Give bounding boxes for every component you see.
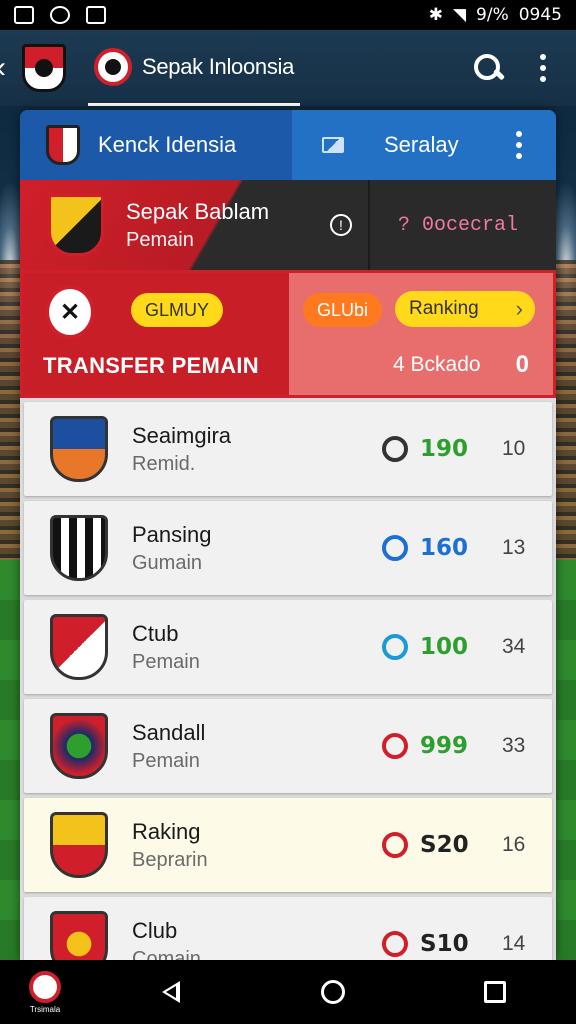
chevron-right-icon: › — [515, 296, 523, 321]
club-sub: Beprarin — [132, 848, 208, 871]
club-name: Pansing — [132, 521, 212, 547]
nav-recents-button[interactable] — [414, 981, 576, 1003]
home-icon — [321, 980, 345, 1004]
club-sub: Gumain — [132, 551, 203, 574]
club-name: Seaimgira — [132, 422, 232, 448]
club-name: Ctub — [132, 620, 179, 646]
app-title: Sepak Inloonsia — [142, 53, 295, 79]
status-bar: ✱ ◥ 9/% 0945 — [0, 0, 576, 30]
transfer-stat: 4 Bckado — [393, 353, 481, 376]
clock: 0945 — [518, 5, 562, 25]
transfer-crest-icon: ✕ — [45, 285, 95, 339]
club-name: Club — [132, 917, 178, 943]
club-rank: 14 — [502, 932, 526, 955]
club-rank: 34 — [502, 635, 526, 658]
gallery-icon — [14, 6, 34, 24]
stat-icon — [382, 634, 408, 660]
tab-seralay: Seralay — [384, 132, 459, 157]
stat-icon — [382, 733, 408, 759]
featured-club[interactable]: Sepak Bablam Pemain ! ? 0ocecral — [20, 180, 556, 270]
club-rank: 10 — [502, 437, 526, 460]
club-sub: Pemain — [132, 749, 200, 772]
recents-icon — [484, 981, 506, 1003]
header-more-icon[interactable] — [516, 131, 524, 159]
club-rank: 33 — [502, 734, 526, 757]
card-header-title: Kenck Idensia — [98, 132, 237, 157]
app-logo-icon — [94, 47, 132, 86]
info-icon[interactable]: ! — [330, 214, 352, 236]
club-row[interactable]: Raking Beprarin S20 16 — [24, 798, 552, 892]
club-crest-icon — [50, 713, 108, 779]
stat-icon — [382, 436, 408, 462]
club-row[interactable]: Seaimgira Remid. 190 10 — [24, 402, 552, 496]
club-name: Raking — [132, 818, 201, 844]
search-icon[interactable] — [472, 52, 504, 84]
club-sub: Comain — [132, 947, 201, 961]
back-arrow-icon[interactable]: ‹ — [0, 51, 12, 85]
back-icon — [162, 981, 180, 1003]
club-crest-icon — [50, 911, 108, 960]
club-score: 100 — [420, 634, 469, 660]
club-list: Seaimgira Remid. 190 10 Pansing Gumain 160 13 Ct… — [20, 398, 556, 960]
club-pill-2[interactable]: GLUbi — [303, 293, 383, 327]
transfer-panel: ✕ GLMUY TRANSFER PEMAIN GLUbi Ranking › … — [20, 270, 556, 398]
club-crest-icon — [50, 416, 108, 482]
nav-back-button[interactable] — [90, 981, 252, 1003]
tab-kenck[interactable]: Kenck Idensia — [20, 110, 292, 180]
tab-seralay-area[interactable]: Seralay — [292, 110, 556, 180]
club-score: S20 — [420, 832, 469, 858]
image-icon — [322, 137, 344, 153]
bluetooth-icon: ✱ — [428, 5, 443, 24]
featured-right-label: ? 0ocecral — [398, 213, 519, 237]
club-crest-icon — [50, 614, 108, 680]
battery-level: 9/% — [476, 5, 509, 25]
stat-icon — [382, 535, 408, 561]
nav-home-button[interactable] — [252, 980, 414, 1004]
photo-icon — [86, 6, 106, 24]
club-rank: 13 — [502, 536, 526, 559]
navigation-bar: Trsimala — [0, 960, 576, 1024]
transfer-count: 0 — [515, 351, 529, 378]
featured-sub: Pemain — [126, 228, 194, 251]
transfer-title: TRANSFER PEMAIN — [43, 353, 259, 378]
nav-app-logo-icon — [29, 970, 61, 1003]
ranking-label: Ranking — [409, 298, 479, 319]
club-sub: Remid. — [132, 452, 196, 475]
wifi-icon: ◥ — [452, 5, 467, 24]
club-crest-icon — [50, 515, 108, 581]
nav-app-label: Trsimala — [29, 1004, 61, 1014]
club-score: S10 — [420, 931, 469, 957]
league-crest-icon — [46, 125, 80, 165]
featured-name: Sepak Bablam — [126, 198, 270, 224]
club-score: 999 — [420, 733, 469, 759]
club-crest-icon[interactable] — [22, 44, 66, 92]
main-card: Kenck Idensia Seralay Sepak Bablam Pemai… — [20, 110, 556, 960]
featured-crest-icon — [48, 194, 104, 256]
club-pill[interactable]: GLMUY — [131, 293, 224, 327]
club-rank: 16 — [502, 833, 526, 856]
notification-icon — [50, 6, 70, 24]
club-score: 160 — [420, 535, 469, 561]
club-row[interactable]: Ctub Pemain 100 34 — [24, 600, 552, 694]
club-sub: Pemain — [132, 650, 200, 673]
club-crest-icon — [50, 812, 108, 878]
nav-app-shortcut[interactable]: Trsimala — [0, 970, 90, 1014]
club-score: 190 — [420, 436, 469, 462]
stat-icon — [382, 832, 408, 858]
app-bar: ‹ Sepak Inloonsia — [0, 30, 576, 106]
more-vert-icon[interactable] — [540, 54, 548, 82]
club-row[interactable]: Club Comain S10 14 — [24, 897, 552, 960]
card-header: Kenck Idensia Seralay — [20, 110, 556, 180]
stat-icon — [382, 931, 408, 957]
club-row[interactable]: Pansing Gumain 160 13 — [24, 501, 552, 595]
app-tab-home[interactable]: Sepak Inloonsia — [88, 30, 301, 106]
club-row[interactable]: Sandall Pemain 999 33 — [24, 699, 552, 793]
ranking-button[interactable]: Ranking › — [395, 291, 535, 327]
club-name: Sandall — [132, 719, 206, 745]
